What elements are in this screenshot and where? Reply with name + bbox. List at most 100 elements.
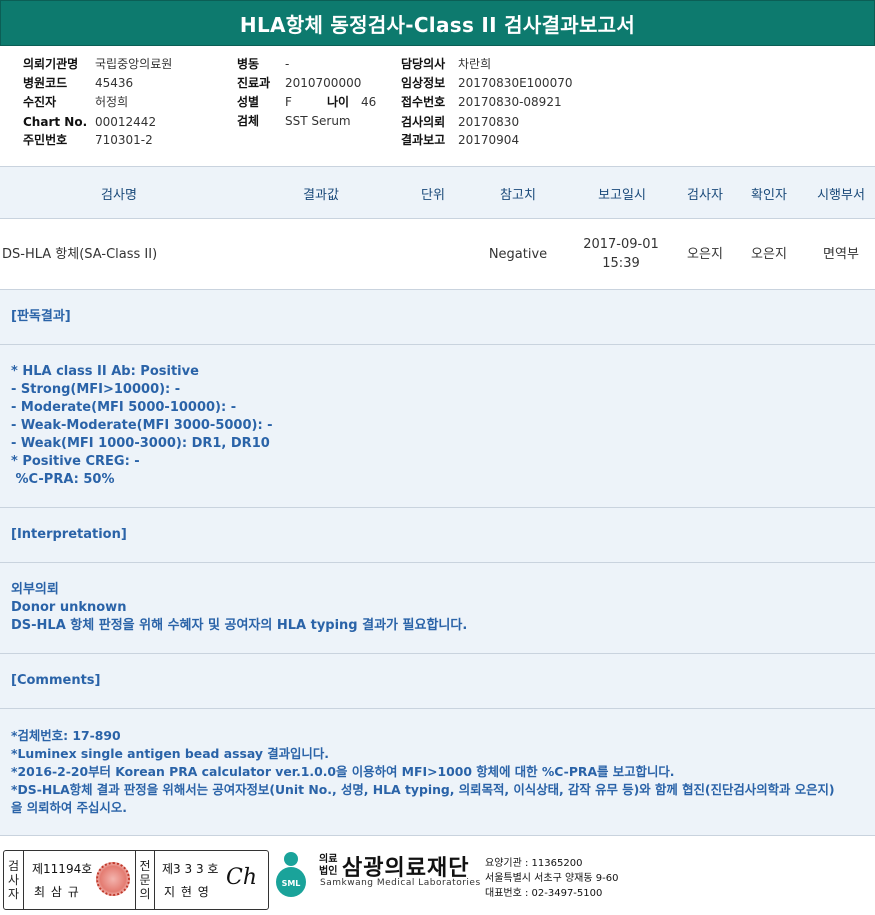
logo-text: SML [282, 879, 301, 888]
column-header: 참고치 [500, 188, 536, 203]
report-footer: 검 사 자 제11194호 최 삼 규 전 문 의 제3 3 3 호 지 현 영… [0, 848, 875, 915]
department-cell: 면역부 [823, 246, 859, 262]
comment-line: *2016-2-20부터 Korean PRA calculator ver.1… [11, 764, 675, 779]
info-row: 검체 SST Serum [237, 111, 351, 130]
seal-stamp-icon [96, 862, 130, 896]
corp-type-line: 법인 [319, 866, 338, 877]
comments-header-block: [Comments] [0, 654, 875, 709]
info-value: 허정희 [95, 95, 129, 109]
info-label: 주민번호 [23, 133, 68, 147]
info-value: 20170830-08921 [458, 94, 562, 109]
column-header: 시행부서 [817, 188, 865, 203]
unit-cell [404, 219, 462, 289]
info-row: 성별 F 나이 46 [237, 92, 376, 111]
tester-cell: 오은지 [687, 246, 723, 262]
info-value: 45436 [95, 75, 134, 90]
info-label: 진료과 [237, 76, 271, 90]
reading-line: - Strong(MFI>10000): - [11, 382, 181, 397]
info-row: 진료과 2010700000 [237, 73, 361, 92]
corp-type-line: 의료 [319, 854, 338, 865]
sml-logo-icon: SML [272, 850, 310, 898]
tester-name: 최 삼 규 [34, 885, 80, 899]
info-value: - [285, 56, 290, 71]
label-char: 사 [7, 873, 20, 887]
specialist-license-no: 제3 3 3 호 [162, 862, 219, 876]
confirmer-cell: 오은지 [751, 246, 787, 262]
info-value: 20170830 [458, 114, 520, 129]
reading-line: - Weak-Moderate(MFI 3000-5000): - [11, 418, 273, 433]
info-label: 검체 [237, 114, 260, 128]
info-label: 검사의뢰 [401, 115, 446, 129]
info-row: Chart No. 00012442 [23, 112, 156, 131]
info-value: 2010700000 [285, 75, 362, 90]
info-row: 담당의사 차란희 [401, 54, 491, 73]
column-header: 검사명 [101, 188, 137, 203]
report-time: 15:39 [602, 256, 640, 271]
info-label: 병원코드 [23, 76, 68, 90]
signature-box: 검 사 자 제11194호 최 삼 규 전 문 의 제3 3 3 호 지 현 영… [3, 850, 269, 910]
column-header: 보고일시 [598, 188, 646, 203]
interpretation-header-block: [Interpretation] [0, 508, 875, 563]
corp-address: 서울특별시 서초구 양재동 9-60 [485, 873, 619, 884]
patient-info: 의뢰기관명 국립중앙의료원 병원코드 45436 수진자 허정희 Chart N… [0, 54, 875, 154]
reading-block: * HLA class II Ab: Positive - Strong(MFI… [0, 345, 875, 508]
section-header: [Interpretation] [11, 527, 127, 542]
specialist-vertical-label: 전 문 의 [135, 851, 155, 909]
info-row: 병원코드 45436 [23, 73, 133, 92]
reading-line: %C-PRA: 50% [11, 472, 115, 487]
result-table-header: 검사명 결과값 단위 참고치 보고일시 검사자 확인자 시행부서 [0, 166, 875, 219]
report-title: HLA항체 동정검사-Class II 검사결과보고서 [0, 0, 875, 46]
tester-license-no: 제11194호 [32, 862, 93, 876]
corp-type: 의료 법인 [319, 854, 337, 878]
label-char: 문 [139, 873, 151, 887]
info-label: 성별 [237, 95, 260, 109]
info-value: SST Serum [285, 113, 351, 128]
interpretation-line: DS-HLA 항체 판정을 위해 수혜자 및 공여자의 HLA typing 결… [11, 618, 468, 633]
reading-line: * HLA class II Ab: Positive [11, 364, 199, 379]
section-header: [Comments] [11, 673, 101, 688]
corp-phone: 대표번호 : 02-3497-5100 [485, 888, 603, 899]
section-header: [판독결과] [11, 309, 71, 324]
info-label: 접수번호 [401, 95, 446, 109]
age-label: 나이 [327, 95, 350, 109]
age-value: 46 [361, 94, 377, 109]
info-row: 접수번호 20170830-08921 [401, 92, 562, 111]
signature: Ch [226, 865, 258, 890]
report-date-cell: 2017-09-01 15:39 [572, 219, 670, 289]
comment-line: 을 의뢰하여 주십시오. [11, 800, 127, 815]
comment-line: *Luminex single antigen bead assay 결과입니다… [11, 746, 329, 761]
reading-line: * Positive CREG: - [11, 454, 140, 469]
reading-header-block: [판독결과] [0, 290, 875, 345]
info-row: 수진자 허정희 [23, 92, 128, 111]
label-char: 전 [139, 859, 151, 873]
info-label: 결과보고 [401, 133, 446, 147]
info-label: 병동 [237, 57, 260, 71]
column-header: 단위 [421, 188, 445, 203]
column-header: 확인자 [751, 188, 787, 203]
label-char: 자 [7, 887, 20, 901]
label-char: 검 [7, 859, 20, 873]
info-label: 의뢰기관명 [23, 57, 79, 71]
comment-line: *검체번호: 17-890 [11, 728, 121, 743]
column-header: 결과값 [303, 188, 339, 203]
info-value: 00012442 [95, 114, 157, 129]
interpretation-line: 외부의뢰 [11, 582, 59, 597]
result-cell [238, 219, 404, 289]
specialist-name: 지 현 영 [164, 885, 210, 899]
tester-vertical-label: 검 사 자 [4, 851, 24, 909]
reading-line: - Moderate(MFI 5000-10000): - [11, 400, 237, 415]
report-date: 2017-09-01 [583, 237, 659, 252]
interpretation-block: 외부의뢰 Donor unknown DS-HLA 항체 판정을 위해 수혜자 … [0, 563, 875, 654]
reference-cell: Negative [488, 246, 548, 262]
interpretation-line: Donor unknown [11, 600, 127, 615]
corp-english-name: Samkwang Medical Laboratories [320, 878, 481, 888]
reading-line: - Weak(MFI 1000-3000): DR1, DR10 [11, 436, 270, 451]
institution-code: 요양기관 : 11365200 [485, 858, 583, 869]
label-char: 의 [139, 887, 151, 901]
info-value: 20170830E100070 [458, 75, 573, 90]
info-value: 차란희 [458, 57, 492, 71]
info-value: F [285, 94, 292, 109]
test-name-cell: DS-HLA 항체(SA-Class II) [2, 246, 158, 262]
info-row: 검사의뢰 20170830 [401, 112, 519, 131]
column-header: 검사자 [687, 188, 723, 203]
